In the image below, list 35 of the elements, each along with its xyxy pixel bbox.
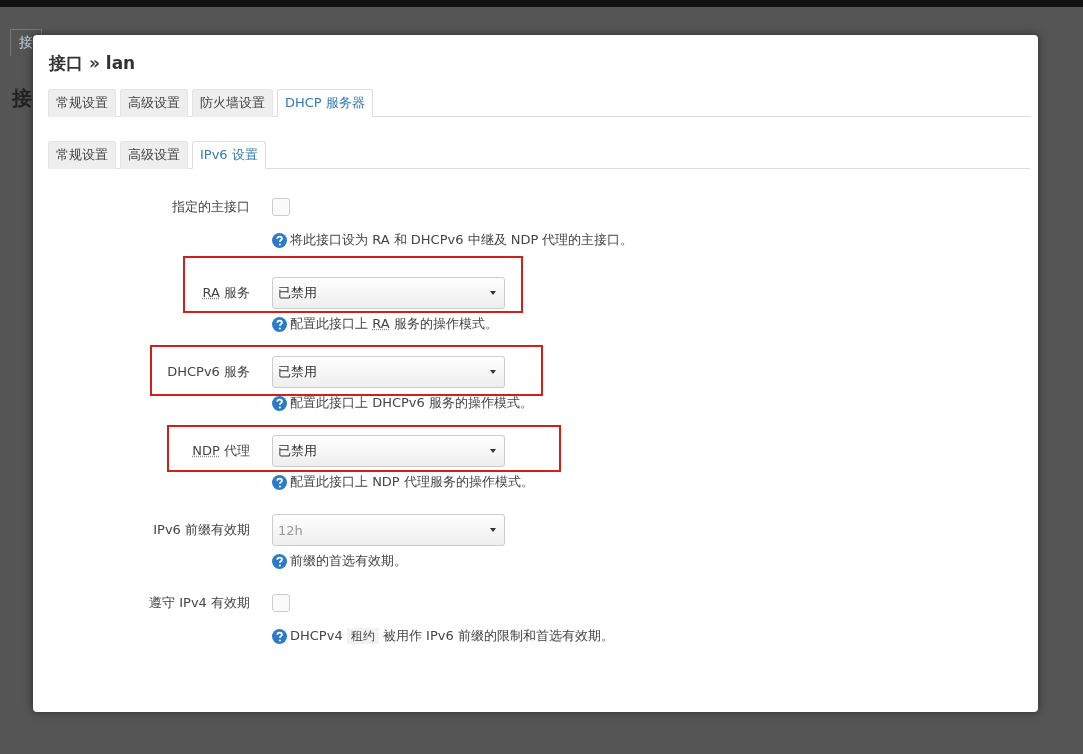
help-icon (272, 316, 287, 332)
help-icon (272, 395, 287, 411)
caret-icon (490, 370, 496, 374)
subtab[interactable]: 常规设置 (48, 141, 116, 169)
field-label: IPv6 前缀有效期 (152, 521, 250, 539)
subtab[interactable]: 高级设置 (120, 141, 188, 169)
field-label: RA 服务 (201, 284, 250, 302)
select-dropdown[interactable]: 已禁用 (272, 356, 505, 388)
help-icon (272, 474, 287, 490)
field-label: NDP 代理 (191, 442, 250, 460)
select-dropdown[interactable]: 已禁用 (272, 435, 505, 467)
checkbox[interactable] (272, 198, 290, 216)
field-label: 遵守 IPv4 有效期 (148, 594, 250, 612)
subtab[interactable]: IPv6 设置 (192, 141, 266, 169)
help-text: DHCPv4 租约 被用作 IPv6 前缀的限制和首选有效期。 (272, 627, 1030, 645)
help-icon (272, 553, 287, 569)
help-text: 将此接口设为 RA 和 DHCPv6 中继及 NDP 代理的主接口。 (272, 231, 1030, 249)
tab[interactable]: 防火墙设置 (192, 89, 273, 117)
tab[interactable]: 常规设置 (48, 89, 116, 117)
help-text: 配置此接口上 DHCPv6 服务的操作模式。 (272, 394, 1030, 412)
field-label: DHCPv6 服务 (166, 363, 250, 381)
help-text: 配置此接口上 RA 服务的操作模式。 (272, 315, 1030, 333)
field-label: 指定的主接口 (171, 198, 250, 216)
help-text: 配置此接口上 NDP 代理服务的操作模式。 (272, 473, 1030, 491)
help-icon (272, 628, 287, 644)
caret-icon (490, 291, 496, 295)
select-dropdown[interactable]: 已禁用 (272, 277, 505, 309)
caret-icon (490, 449, 496, 453)
tab[interactable]: 高级设置 (120, 89, 188, 117)
help-text: 前缀的首选有效期。 (272, 552, 1030, 570)
checkbox[interactable] (272, 594, 290, 612)
tab[interactable]: DHCP 服务器 (277, 89, 373, 117)
dialog-title: 接口 » lan (49, 52, 137, 75)
caret-icon (490, 528, 496, 532)
help-icon (272, 232, 287, 248)
